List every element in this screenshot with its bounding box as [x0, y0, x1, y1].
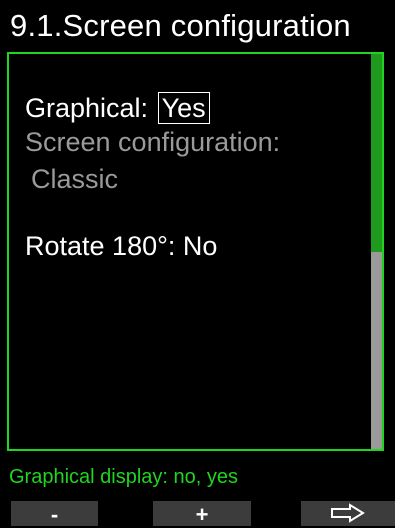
minus-button[interactable]: - [11, 501, 98, 527]
scrollbar[interactable] [371, 54, 382, 449]
screen-configuration-label: Screen configuration: [25, 127, 281, 157]
graphical-setting-row[interactable]: Graphical: Yes [25, 92, 210, 124]
scrollbar-thumb[interactable] [371, 54, 382, 252]
rotate-value[interactable]: No [183, 231, 218, 261]
settings-panel: Graphical: Yes Screen configuration: Cla… [7, 52, 384, 451]
next-button[interactable] [301, 501, 395, 526]
page-title: 9.1.Screen configuration [10, 8, 351, 43]
graphical-value-selected[interactable]: Yes [157, 92, 210, 124]
softkey-bar: - + [0, 501, 395, 527]
help-text: Graphical display: no, yes [9, 466, 239, 488]
plus-button[interactable]: + [153, 501, 251, 527]
outline-right-arrow-icon [331, 503, 365, 523]
screen-configuration-value: Classic [31, 164, 119, 194]
graphical-label: Graphical: [25, 93, 149, 123]
rotate-setting-row[interactable]: Rotate 180°: No [25, 230, 217, 262]
rotate-label: Rotate 180°: [25, 231, 176, 261]
